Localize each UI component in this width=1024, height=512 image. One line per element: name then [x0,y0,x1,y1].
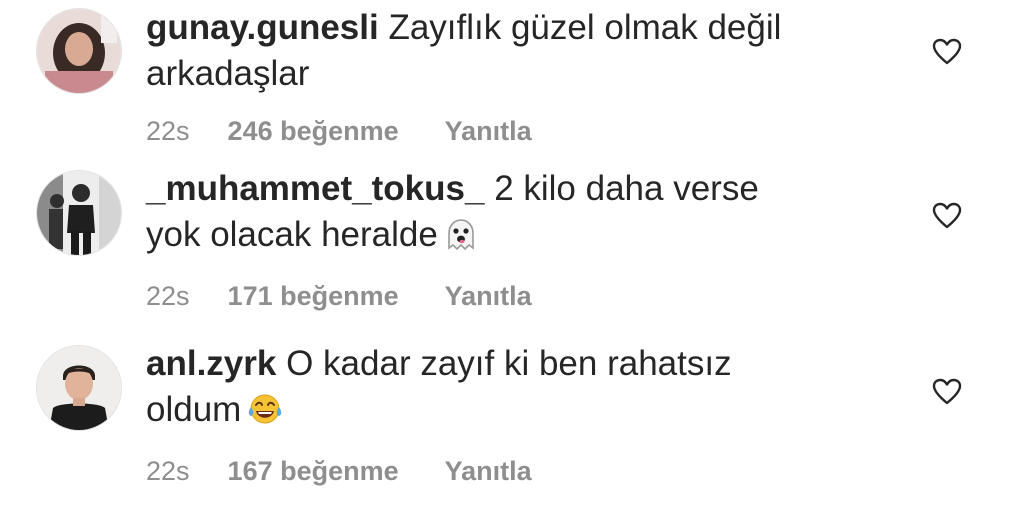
comment-text: 2 kilo daha verse [494,169,759,208]
avatar[interactable] [36,345,122,431]
comment-text-continued: oldum [146,390,242,429]
reply-button[interactable]: Yanıtla [445,281,532,311]
comment-line-1: gunay.gunesli Zayıflık güzel olmak değil [146,5,906,51]
ghost-emoji-icon [444,218,478,264]
avatar[interactable] [36,170,122,256]
comment-text-continued: arkadaşlar [146,54,310,93]
comment-meta: 22s 171 beğenme Yanıtla [146,281,532,312]
timestamp: 22s [146,456,190,486]
comment-meta: 22s 167 beğenme Yanıtla [146,456,532,487]
comment-line-2: oldum [146,387,906,439]
likes-count[interactable]: 246 beğenme [228,116,399,146]
comment-list: gunay.gunesli Zayıflık güzel olmak değil… [0,0,1024,512]
heart-icon[interactable] [932,378,962,406]
likes-count[interactable]: 171 beğenme [228,281,399,311]
comment-line-2: yok olacak heralde [146,212,906,264]
tears-of-joy-emoji-icon [247,393,283,439]
avatar[interactable] [36,8,122,94]
comment-line-2: arkadaşlar [146,51,906,97]
username[interactable]: _muhammet_tokus_ [146,169,484,208]
comment-line-1: anl.zyrk O kadar zayıf ki ben rahatsız [146,341,906,387]
timestamp: 22s [146,281,190,311]
comment-text-continued: yok olacak heralde [146,215,438,254]
comment-text: Zayıflık güzel olmak değil [388,8,782,47]
comment-text: O kadar zayıf ki ben rahatsız [286,344,732,383]
comment-line-1: _muhammet_tokus_ 2 kilo daha verse [146,166,906,212]
likes-count[interactable]: 167 beğenme [228,456,399,486]
reply-button[interactable]: Yanıtla [445,456,532,486]
heart-icon[interactable] [932,38,962,66]
heart-icon[interactable] [932,202,962,230]
username[interactable]: gunay.gunesli [146,8,379,47]
comment-meta: 22s 246 beğenme Yanıtla [146,116,532,147]
timestamp: 22s [146,116,190,146]
reply-button[interactable]: Yanıtla [445,116,532,146]
username[interactable]: anl.zyrk [146,344,276,383]
